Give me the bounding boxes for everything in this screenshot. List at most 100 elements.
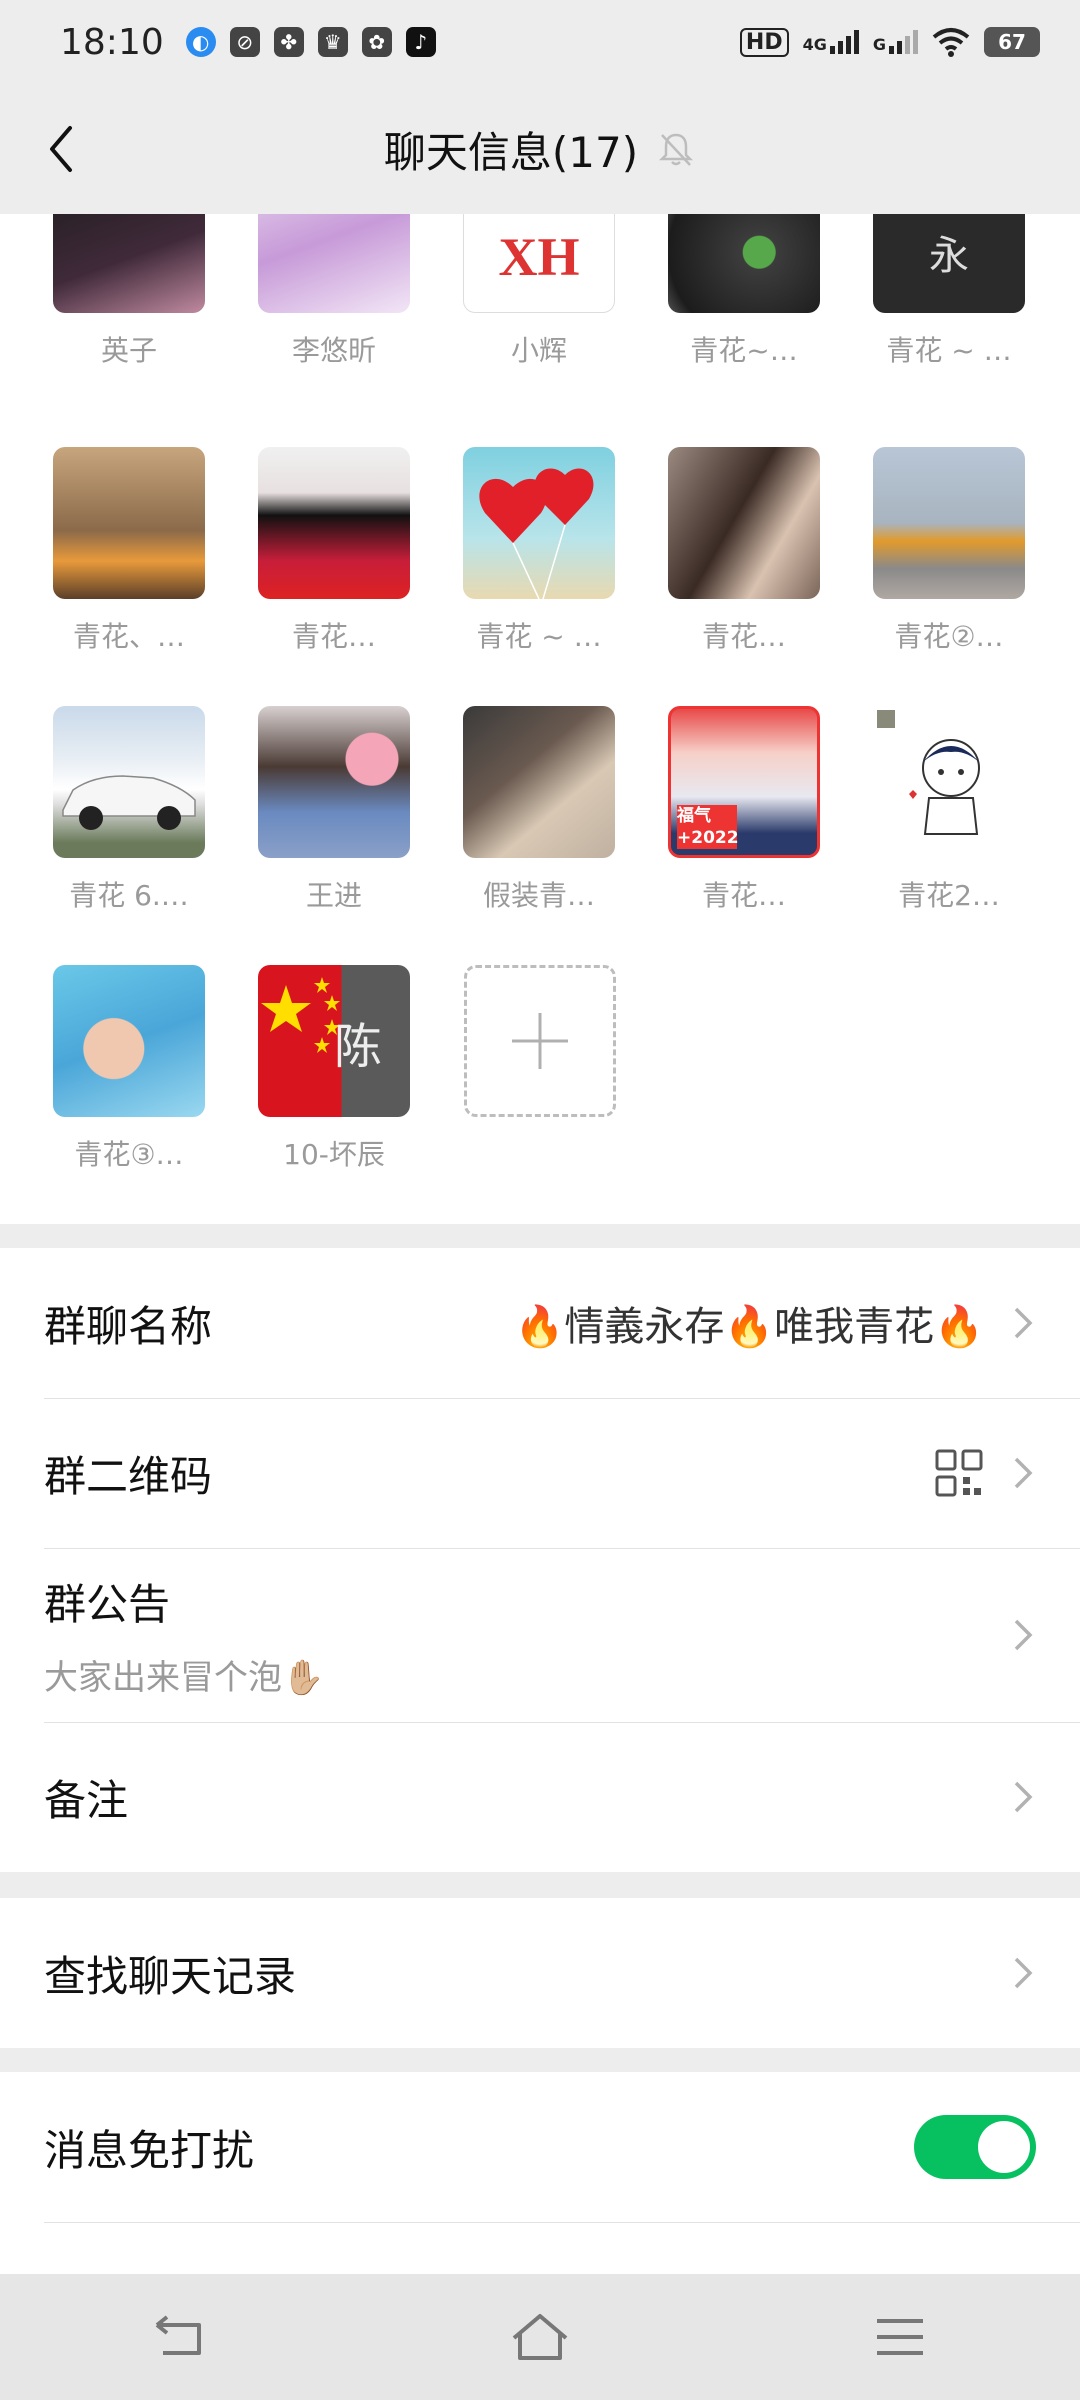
pinwheel-app-icon: ✤ xyxy=(273,27,304,57)
net-label-4g: 4G xyxy=(802,35,827,54)
group-name-row[interactable]: 群聊名称 🔥情義永存🔥唯我青花🔥 xyxy=(0,1248,1080,1398)
member-item[interactable]: 青花… xyxy=(254,447,414,655)
menu-icon xyxy=(877,2319,923,2355)
qr-code-icon xyxy=(935,1449,983,1497)
member-name: 英子 xyxy=(100,334,157,367)
member-avatar xyxy=(668,214,820,313)
member-avatar xyxy=(53,447,205,599)
avatar-fuqi-text: 福气 +2022 xyxy=(677,805,739,849)
member-avatar xyxy=(463,706,615,858)
member-name: 青花~… xyxy=(690,334,798,367)
chevron-right-icon xyxy=(1014,1457,1033,1489)
member-name: 青花… xyxy=(701,620,786,653)
chevron-right-icon xyxy=(1014,1957,1033,1989)
member-item[interactable]: 陈 10-坏辰 xyxy=(254,965,414,1173)
toggle-section: 消息免打扰 xyxy=(0,2072,1080,2274)
nav-home-button[interactable] xyxy=(500,2297,580,2377)
member-item[interactable]: 青花2… xyxy=(869,706,1029,914)
member-item[interactable]: 福气 +2022 青花… xyxy=(664,706,824,914)
group-qr-row[interactable]: 群二维码 xyxy=(0,1398,1080,1548)
page-title: 聊天信息(17) xyxy=(383,127,639,177)
member-avatar xyxy=(53,706,205,858)
group-notice-row[interactable]: 群公告 大家出来冒个泡✋🏼 xyxy=(0,1548,1080,1722)
member-name: 青花… xyxy=(701,879,786,912)
member-item[interactable]: 永 青花 ~ … xyxy=(869,214,1029,369)
member-item[interactable]: 青花③… xyxy=(49,965,209,1173)
tiktok-app-icon: ♪ xyxy=(405,27,436,57)
member-item[interactable]: 青花、… xyxy=(49,447,209,655)
member-name: 青花③… xyxy=(74,1138,184,1171)
mute-toggle[interactable] xyxy=(914,2115,1036,2179)
member-name: 10-坏辰 xyxy=(283,1138,385,1171)
battery-icon: 67 xyxy=(984,27,1040,57)
muted-bell-icon xyxy=(659,133,694,166)
member-item[interactable]: 王进 xyxy=(254,706,414,914)
hd-icon: HD xyxy=(739,27,789,57)
back-arrow-icon xyxy=(50,126,72,172)
chevron-right-icon xyxy=(1014,1307,1033,1339)
back-button[interactable] xyxy=(34,122,88,176)
notification-icons: ◐ ⊘ ✤ ♛ ✿ ♪ xyxy=(185,27,436,57)
avatar-calligraphy-text: 永 xyxy=(929,233,969,279)
member-item[interactable]: 青花 6.… xyxy=(49,706,209,914)
member-item[interactable]: 青花 ~ … xyxy=(459,447,619,655)
plus-icon xyxy=(512,1013,568,1069)
member-avatar xyxy=(258,214,410,313)
members-grid: 英子 李悠昕 XH 小辉 青花~… 永 青花 ~ … 青花、… 青花… 青花 ~… xyxy=(0,214,1080,1224)
member-name: 青花 6.… xyxy=(69,879,189,912)
group-qr-label: 群二维码 xyxy=(44,1451,213,1501)
add-member-button[interactable] xyxy=(464,965,616,1117)
group-notice-label: 群公告 xyxy=(44,1580,171,1629)
member-item[interactable]: 青花… xyxy=(664,447,824,655)
member-item[interactable]: 英子 xyxy=(49,214,209,369)
group-name-label: 群聊名称 xyxy=(44,1301,213,1351)
member-name: 青花 ~ … xyxy=(476,620,602,653)
member-name: 李悠昕 xyxy=(291,334,376,367)
member-avatar: 永 xyxy=(873,214,1025,313)
member-name: 王进 xyxy=(305,879,362,912)
group-notice-value: 大家出来冒个泡✋🏼 xyxy=(44,1658,325,1698)
nav-menu-button[interactable] xyxy=(860,2297,940,2377)
member-item[interactable]: XH 小辉 xyxy=(459,214,619,369)
search-history-row[interactable]: 查找聊天记录 xyxy=(0,1898,1080,2048)
member-name: 青花、… xyxy=(72,620,185,653)
net-label-g: G xyxy=(872,35,886,54)
avatar-logo-text: XH xyxy=(498,227,580,287)
group-notice-chevron-wrap xyxy=(984,1615,1036,1655)
cartoon-boy-image xyxy=(877,710,980,835)
link-app-icon: ⊘ xyxy=(229,27,260,57)
group-name-value: 🔥情義永存🔥唯我青花🔥 xyxy=(514,1304,984,1350)
avatar-chen-text: 陈 xyxy=(334,1019,383,1075)
member-avatar xyxy=(53,965,205,1117)
signal-g-icon: G xyxy=(873,30,918,54)
remark-chevron-wrap xyxy=(984,1777,1036,1817)
member-name: 小辉 xyxy=(510,334,567,367)
heart-balloons-image xyxy=(479,468,594,599)
search-section: 查找聊天记录 xyxy=(0,1898,1080,2048)
member-avatar xyxy=(873,447,1025,599)
return-arrow-icon xyxy=(155,2315,201,2355)
bird-app-icon: ✿ xyxy=(361,27,392,57)
nav-back-button[interactable] xyxy=(140,2297,220,2377)
search-chevron-wrap xyxy=(984,1953,1036,1993)
next-toggle-row xyxy=(0,2222,1080,2274)
status-time: 18:10 xyxy=(60,21,164,63)
status-bar: 18:10 ◐ ⊘ ✤ ♛ ✿ ♪ HD 4G G 67 xyxy=(0,0,1080,84)
member-avatar xyxy=(463,447,615,599)
member-name: 青花… xyxy=(291,620,376,653)
chevron-right-icon xyxy=(1014,1781,1033,1813)
car-image xyxy=(62,775,196,830)
member-item[interactable]: 李悠昕 xyxy=(254,214,414,369)
system-nav-bar xyxy=(0,2274,1080,2400)
member-name: 假装青… xyxy=(482,879,595,912)
group-qr-value-wrap xyxy=(934,1448,1036,1498)
member-avatar xyxy=(258,447,410,599)
wifi-icon xyxy=(932,28,970,57)
title-bar: 聊天信息(17) xyxy=(0,84,1080,214)
remark-row[interactable]: 备注 xyxy=(0,1722,1080,1872)
member-item[interactable]: 青花②… xyxy=(869,447,1029,655)
status-right: HD 4G G 67 xyxy=(739,27,1040,57)
member-item[interactable]: 青花~… xyxy=(664,214,824,369)
member-avatar: 福气 +2022 xyxy=(668,706,820,858)
member-item[interactable]: 假装青… xyxy=(459,706,619,914)
